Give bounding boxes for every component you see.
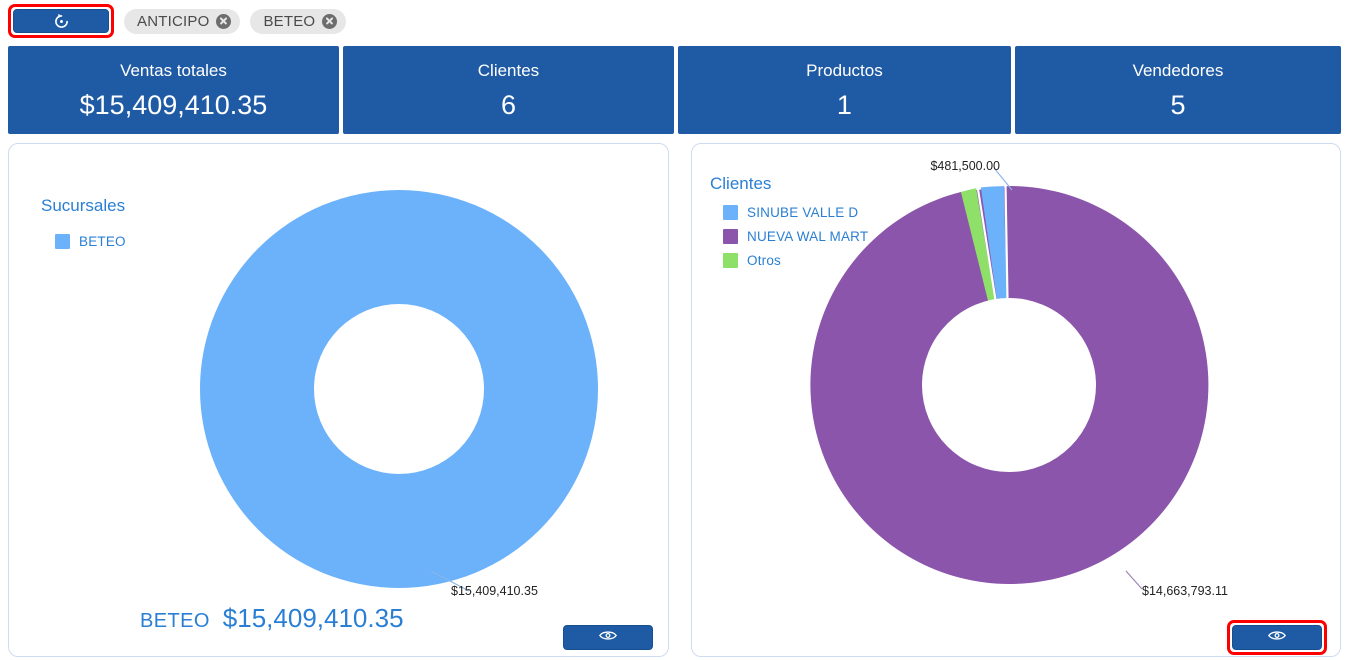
kpi-label: Productos [806,62,883,79]
close-circle-icon[interactable] [322,14,337,29]
panel-clientes: Clientes SINUBE VALLE D NUEVA WAL MART O… [691,143,1341,657]
kpi-card-row: Ventas totales $15,409,410.35 Clientes 6… [8,46,1341,134]
legend-sucursales: BETEO [55,234,126,249]
footer-total-amount: $15,409,410.35 [223,603,404,634]
legend-item[interactable]: BETEO [55,234,126,249]
view-detail-button-highlight [1227,620,1327,655]
kpi-label: Vendedores [1133,62,1224,79]
slice-value-label-beteo: $15,409,410.35 [451,584,538,598]
donut-chart-sucursales[interactable] [199,189,599,589]
footer-total-name: BETEO [140,610,210,633]
kpi-card-productos[interactable]: Productos 1 [678,46,1011,134]
slice-value-label-sinube: $481,500.00 [930,159,1000,173]
refresh-circular-arrow-icon [53,13,70,30]
kpi-value: $15,409,410.35 [80,92,268,119]
legend-swatch-nueva-wal-mart [723,229,738,244]
chart-title-sucursales: Sucursales [41,196,125,216]
kpi-card-ventas-totales[interactable]: Ventas totales $15,409,410.35 [8,46,339,134]
filter-chip-anticipo[interactable]: ANTICIPO [124,9,240,34]
kpi-label: Ventas totales [120,62,227,79]
kpi-value: 1 [837,92,852,119]
legend-swatch-sinube-valle-d [723,205,738,220]
filter-chip-beteo[interactable]: BETEO [250,9,346,34]
footer-total-sucursales: BETEO $15,409,410.35 [140,603,404,634]
slice-value-label-walmart: $14,663,793.11 [1142,584,1228,598]
legend-swatch-beteo [55,234,70,249]
filter-chip-label: BETEO [263,13,315,30]
donut-chart-clientes[interactable] [805,181,1213,589]
legend-label: Otros [747,253,781,268]
dashboard-root: ANTICIPO BETEO Ventas totales $15,409,41… [0,0,1349,660]
legend-label: BETEO [79,234,126,249]
refresh-button-highlight [8,4,114,38]
refresh-button[interactable] [13,9,109,33]
kpi-label: Clientes [478,62,539,79]
kpi-card-clientes[interactable]: Clientes 6 [343,46,674,134]
filter-chip-label: ANTICIPO [137,13,209,30]
filter-toolbar: ANTICIPO BETEO [0,0,1349,42]
view-detail-button-clientes[interactable] [1232,625,1322,650]
panel-sucursales: Sucursales BETEO $15,409,410.35 BETEO $1… [8,143,669,657]
kpi-value: 5 [1170,92,1185,119]
eye-icon [1268,629,1286,647]
view-detail-button-sucursales[interactable] [563,625,653,650]
legend-swatch-otros [723,253,738,268]
eye-icon [599,629,617,647]
close-circle-icon[interactable] [216,14,231,29]
kpi-value: 6 [501,92,516,119]
kpi-card-vendedores[interactable]: Vendedores 5 [1015,46,1341,134]
chart-title-clientes: Clientes [710,174,771,194]
